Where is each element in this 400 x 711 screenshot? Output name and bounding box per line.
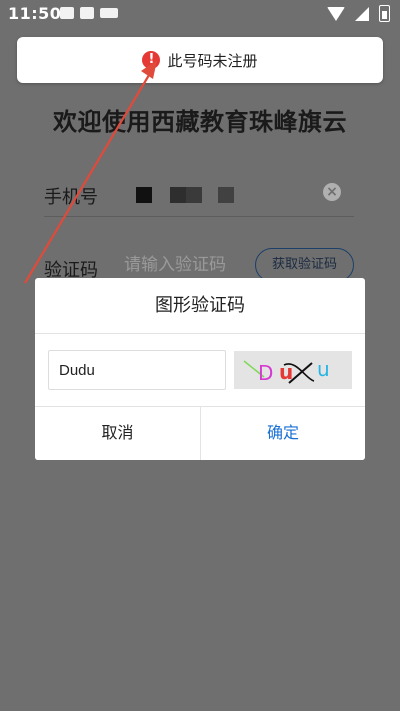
captcha-image[interactable]: D u u [234,351,352,389]
captcha-char: u [279,360,294,384]
captcha-char: D [258,361,274,385]
arrow-head [141,60,157,79]
confirm-button[interactable]: 确定 [200,407,365,460]
captcha-char: u [317,357,330,381]
captcha-input[interactable] [48,350,226,390]
arrow-line [24,69,153,284]
dialog-title: 图形验证码 [155,295,245,316]
cancel-button[interactable]: 取消 [35,407,200,460]
divider [35,333,365,334]
captcha-dialog: 图形验证码 D u u 取消 确定 [35,278,365,460]
